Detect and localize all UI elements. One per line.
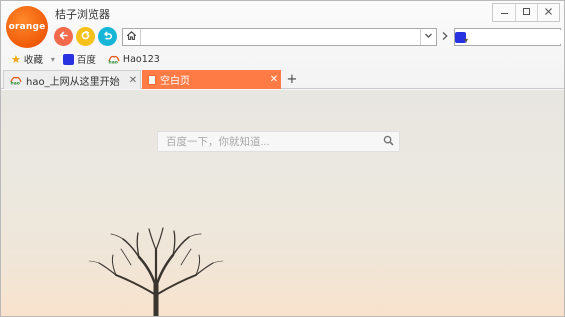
browser-window: orange 桔子浏览器 ▾ ★ 收藏 ▾ 百度 hao Hao123 hao … <box>0 0 565 317</box>
baidu-paw-icon <box>62 53 74 65</box>
close-icon <box>544 7 553 19</box>
toolbar-search-input[interactable] <box>468 30 564 44</box>
tab-hao[interactable]: hao hao_上网从这里开始 ✕ <box>3 70 141 89</box>
browser-chrome: orange 桔子浏览器 ▾ ★ 收藏 ▾ 百度 hao Hao123 hao … <box>1 1 564 89</box>
page-search-input[interactable] <box>158 132 377 151</box>
bookmark-favorites[interactable]: ★ 收藏 <box>11 52 43 67</box>
search-engine-selector[interactable]: ▾ <box>455 29 468 45</box>
tab-title: 空白页 <box>160 76 190 87</box>
page-icon <box>148 74 156 85</box>
logo-text: orange <box>8 22 46 32</box>
app-title: 桔子浏览器 <box>55 8 110 21</box>
new-tab-button[interactable]: + <box>284 71 300 88</box>
bookmarks-bar: ★ 收藏 ▾ 百度 hao Hao123 <box>1 50 564 68</box>
refresh-icon <box>80 30 91 44</box>
go-button[interactable] <box>438 28 452 46</box>
maximize-icon <box>522 7 531 19</box>
address-input[interactable] <box>141 29 420 45</box>
hao-icon: hao <box>10 75 22 85</box>
undo-icon <box>102 30 113 44</box>
search-icon <box>383 135 394 149</box>
tab-blank-page[interactable]: 空白页 ✕ <box>142 70 281 89</box>
bookmark-hao123[interactable]: hao Hao123 <box>108 54 160 65</box>
tab-title: hao_上网从这里开始 <box>26 76 120 88</box>
star-icon: ★ <box>11 52 21 66</box>
chevron-down-icon <box>424 31 433 43</box>
tab-close-icon[interactable]: ✕ <box>267 74 281 85</box>
page-search-button[interactable] <box>377 132 399 151</box>
back-button[interactable] <box>54 27 73 46</box>
home-button[interactable] <box>123 29 141 45</box>
bookmark-label: Hao123 <box>122 53 160 65</box>
undo-button[interactable] <box>98 27 117 46</box>
plus-icon: + <box>286 72 298 87</box>
svg-text:hao: hao <box>11 81 20 85</box>
minimize-button[interactable] <box>493 4 515 21</box>
chevron-right-icon <box>441 31 449 44</box>
tab-close-icon[interactable]: ✕ <box>126 75 140 86</box>
page-search-box <box>157 131 400 152</box>
window-controls <box>492 3 560 22</box>
background-tree-image <box>88 227 224 316</box>
maximize-button[interactable] <box>515 4 537 21</box>
tab-bar: hao hao_上网从这里开始 ✕ 空白页 ✕ + <box>1 70 564 89</box>
home-icon <box>126 30 137 44</box>
back-arrow-icon <box>58 30 69 44</box>
app-logo[interactable]: orange <box>6 6 48 48</box>
address-bar <box>122 28 437 46</box>
bookmark-label: 百度 <box>76 55 96 66</box>
bookmark-baidu[interactable]: 百度 <box>62 52 96 66</box>
address-dropdown-button[interactable] <box>420 29 436 45</box>
minimize-icon <box>500 7 509 19</box>
close-button[interactable] <box>537 4 559 21</box>
bookmark-label: 收藏 <box>23 55 43 66</box>
toolbar-search-box: ▾ <box>454 28 564 46</box>
hao-icon: hao <box>108 54 120 64</box>
page-content <box>1 90 564 316</box>
refresh-button[interactable] <box>76 27 95 46</box>
favorites-dropdown-icon[interactable]: ▾ <box>51 55 55 64</box>
svg-text:hao: hao <box>108 60 117 64</box>
